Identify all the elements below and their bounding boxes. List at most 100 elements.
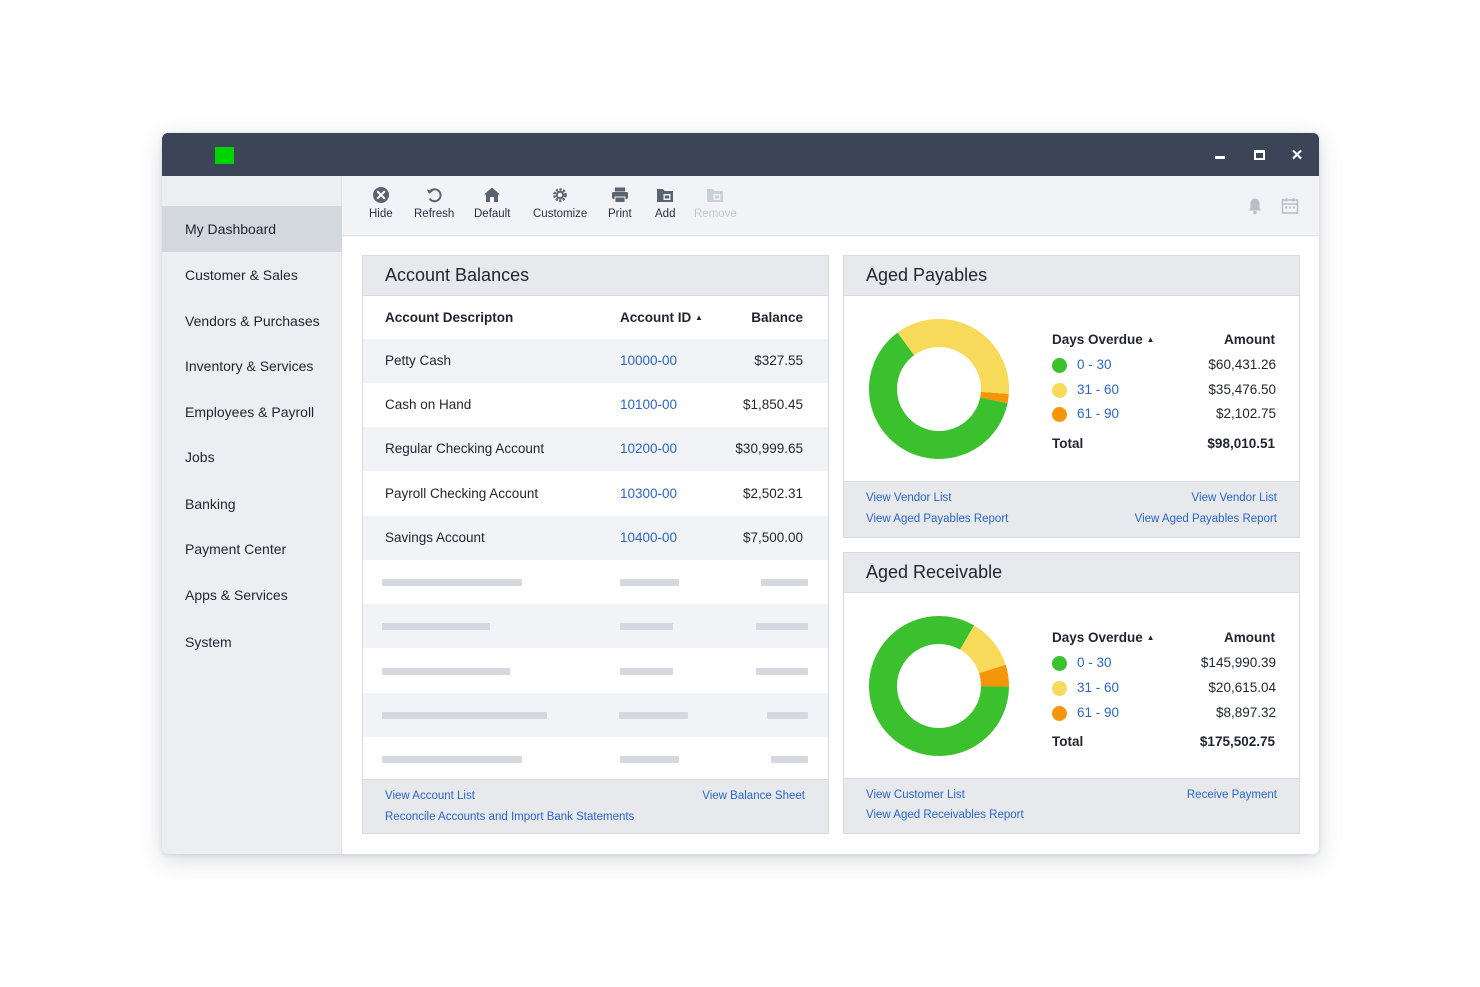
legend-item: 31 - 60 $35,476.50: [1052, 381, 1276, 401]
donut-segment-61-90[interactable]: [980, 391, 1009, 404]
placeholder-row: [363, 737, 828, 781]
column-header-balance[interactable]: Balance: [751, 310, 803, 325]
view-account-list-link[interactable]: View Account List: [385, 790, 475, 802]
overdue-range-link[interactable]: 31 - 60: [1077, 382, 1119, 397]
customize-button[interactable]: Customize: [533, 185, 587, 220]
placeholder-bar: [771, 756, 808, 763]
legend-item: 31 - 60 $20,615.04: [1052, 679, 1276, 699]
notifications-button[interactable]: [1245, 196, 1265, 216]
sort-ascending-icon: ▲: [1146, 633, 1155, 642]
table-row[interactable]: Savings Account 10400-00 $7,500.00: [363, 516, 828, 560]
account-description: Petty Cash: [385, 353, 452, 368]
amount-header: Amount: [1224, 630, 1275, 645]
sidebar-item-label: Banking: [185, 496, 236, 512]
view-aged-payables-report-link[interactable]: View Aged Payables Report: [1135, 513, 1277, 525]
donut-segment-31-60[interactable]: [897, 319, 1009, 394]
total-amount: $98,010.51: [1207, 436, 1275, 451]
account-description: Savings Account: [385, 530, 485, 545]
table-row[interactable]: Cash on Hand 10100-00 $1,850.45: [363, 383, 828, 427]
placeholder-bar: [761, 579, 808, 586]
placeholder-bar: [382, 623, 490, 630]
account-id-link[interactable]: 10400-00: [620, 530, 677, 545]
app-window: ✕ My Dashboard Customer & Sales Vendors …: [162, 133, 1319, 854]
sidebar-item-system[interactable]: System: [162, 619, 342, 665]
minimize-icon: [1215, 155, 1225, 159]
print-label: Print: [608, 208, 632, 220]
dashboard-content: Account Balances Account Descripton Acco…: [343, 237, 1319, 854]
sidebar-item-customer-sales[interactable]: Customer & Sales: [162, 252, 342, 298]
receive-payment-link[interactable]: Receive Payment: [1187, 789, 1277, 801]
maximize-button[interactable]: [1246, 142, 1272, 168]
gear-icon: [553, 188, 567, 202]
add-button[interactable]: Add: [655, 185, 675, 220]
placeholder-bar: [767, 712, 808, 719]
legend-dot: [1052, 383, 1067, 398]
sidebar-item-inventory-services[interactable]: Inventory & Services: [162, 343, 342, 389]
add-label: Add: [655, 208, 676, 220]
column-header-account-id[interactable]: Account ID ▲: [620, 310, 703, 325]
account-id-link[interactable]: 10300-00: [620, 486, 677, 501]
days-overdue-header[interactable]: Days Overdue ▲: [1052, 332, 1154, 347]
account-id-link[interactable]: 10100-00: [620, 397, 677, 412]
overdue-amount: $8,897.32: [1215, 705, 1276, 720]
close-icon: ✕: [1290, 147, 1304, 164]
view-aged-receivables-report-link[interactable]: View Aged Receivables Report: [866, 809, 1024, 821]
sidebar-item-my-dashboard[interactable]: My Dashboard: [162, 206, 342, 252]
sidebar-item-vendors-purchases[interactable]: Vendors & Purchases: [162, 298, 342, 344]
close-button[interactable]: ✕: [1284, 142, 1310, 168]
account-id-link[interactable]: 10000-00: [620, 353, 677, 368]
overdue-range-link[interactable]: 31 - 60: [1077, 680, 1119, 695]
close-circle-icon: [372, 187, 389, 203]
overdue-range-link[interactable]: 0 - 30: [1077, 357, 1112, 372]
table-row[interactable]: Petty Cash 10000-00 $327.55: [363, 339, 828, 383]
sidebar-item-label: Inventory & Services: [185, 358, 314, 374]
sort-ascending-icon: ▲: [1146, 335, 1155, 344]
account-description: Cash on Hand: [385, 397, 472, 412]
table-row[interactable]: Regular Checking Account 10200-00 $30,99…: [363, 427, 828, 471]
sidebar-item-banking[interactable]: Banking: [162, 481, 342, 527]
donut-segment-31-60[interactable]: [959, 625, 1006, 674]
view-aged-payables-report-link[interactable]: View Aged Payables Report: [866, 513, 1008, 525]
view-vendor-list-link[interactable]: View Vendor List: [1192, 492, 1277, 504]
panel-title: Aged Receivable: [844, 553, 1299, 593]
placeholder-bar: [620, 756, 679, 763]
sidebar-item-jobs[interactable]: Jobs: [162, 434, 342, 480]
account-balance: $327.55: [754, 353, 803, 368]
remove-button[interactable]: Remove: [694, 185, 737, 220]
column-header-description[interactable]: Account Descripton: [385, 310, 513, 325]
view-balance-sheet-link[interactable]: View Balance Sheet: [702, 790, 805, 802]
days-overdue-header-label: Days Overdue: [1052, 332, 1143, 347]
view-customer-list-link[interactable]: View Customer List: [866, 789, 965, 801]
view-vendor-list-link[interactable]: View Vendor List: [866, 492, 951, 504]
sidebar-item-label: Vendors & Purchases: [185, 313, 320, 329]
overdue-range-link[interactable]: 0 - 30: [1077, 655, 1112, 670]
legend-dot: [1052, 656, 1067, 671]
account-balance: $7,500.00: [742, 530, 803, 545]
sidebar-item-payment-center[interactable]: Payment Center: [162, 526, 342, 572]
refresh-button[interactable]: Refresh: [414, 185, 454, 220]
sidebar-item-employees-payroll[interactable]: Employees & Payroll: [162, 389, 342, 435]
aged-receivable-donut-chart: [869, 616, 1009, 756]
panel-title: Aged Payables: [844, 256, 1299, 296]
sidebar-item-apps-services[interactable]: Apps & Services: [162, 572, 342, 618]
print-button[interactable]: Print: [608, 185, 632, 220]
panel-title: Account Balances: [363, 256, 828, 296]
overdue-range-link[interactable]: 61 - 90: [1077, 705, 1119, 720]
hide-button[interactable]: Hide: [369, 185, 393, 220]
sidebar-item-label: Jobs: [185, 449, 215, 465]
toolbar: Hide Refresh Default Customize Print Add…: [343, 176, 1319, 236]
bell-icon: [1248, 198, 1262, 215]
default-button[interactable]: Default: [474, 185, 510, 220]
reconcile-accounts-link[interactable]: Reconcile Accounts and Import Bank State…: [385, 811, 634, 823]
account-balance: $2,502.31: [742, 486, 803, 501]
overdue-range-link[interactable]: 61 - 90: [1077, 406, 1119, 421]
title-bar: ✕: [162, 133, 1319, 176]
sidebar-item-label: Employees & Payroll: [185, 404, 315, 420]
minimize-button[interactable]: [1207, 142, 1233, 168]
table-row[interactable]: Payroll Checking Account 10300-00 $2,502…: [363, 472, 828, 516]
days-overdue-header[interactable]: Days Overdue ▲: [1052, 630, 1154, 645]
donut-segment-61-90[interactable]: [978, 664, 1009, 687]
sidebar-item-label: My Dashboard: [185, 221, 277, 237]
account-id-link[interactable]: 10200-00: [620, 441, 677, 456]
calendar-button[interactable]: [1280, 196, 1300, 216]
